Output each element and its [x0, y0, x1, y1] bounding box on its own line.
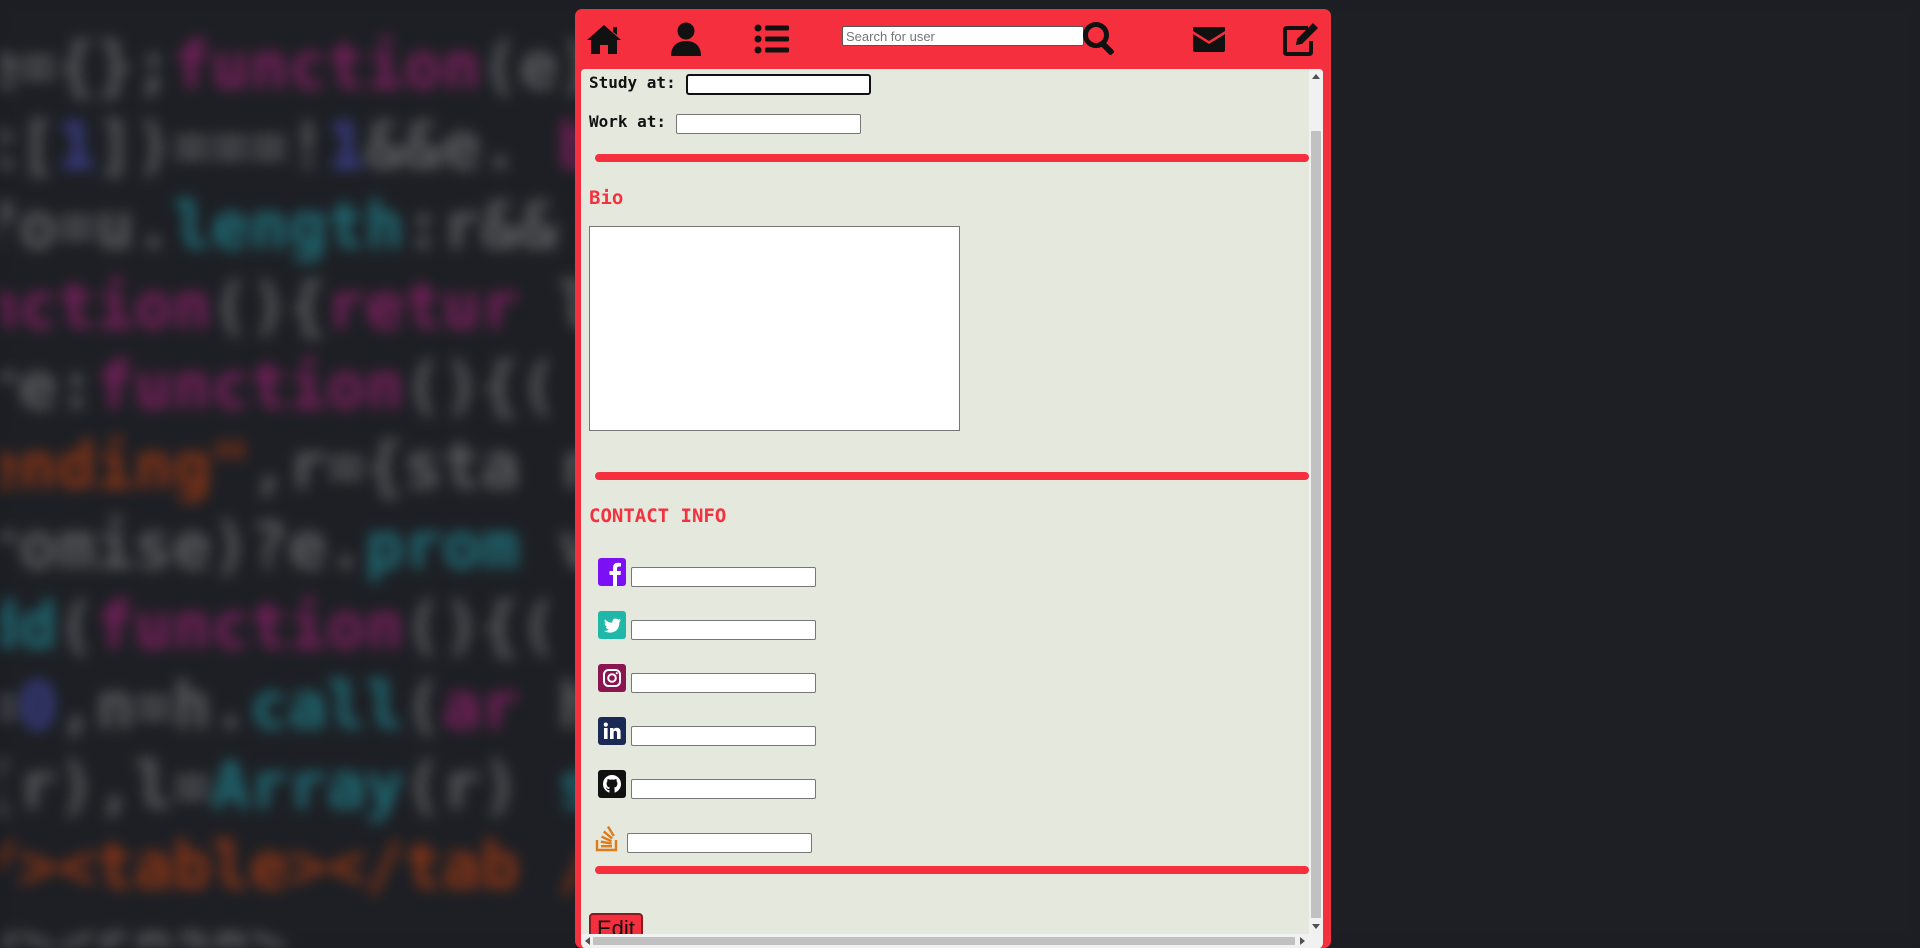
app-frame: Study at: Work at: Bio CONTACT INFO [575, 9, 1331, 948]
list-icon[interactable] [752, 20, 792, 58]
scroll-down-arrow[interactable] [1312, 924, 1320, 929]
vertical-scrollbar[interactable] [1309, 69, 1323, 934]
scrollbar-thumb[interactable] [593, 937, 1295, 945]
profile-panel: Study at: Work at: Bio CONTACT INFO Edit [579, 67, 1325, 948]
scroll-left-arrow[interactable] [585, 937, 590, 945]
edit-icon[interactable] [1281, 20, 1321, 58]
twitter-icon [598, 611, 626, 639]
section-divider [595, 866, 1309, 874]
facebook-icon [598, 558, 626, 586]
work-label: Work at: [589, 112, 667, 131]
section-divider [595, 472, 1309, 480]
github-input[interactable] [631, 779, 816, 799]
study-label: Study at: [589, 73, 676, 92]
linkedin-icon [598, 717, 626, 745]
navbar [579, 13, 1327, 65]
scrollbar-thumb[interactable] [1311, 131, 1321, 918]
linkedin-input[interactable] [631, 726, 816, 746]
stackoverflow-icon [594, 823, 622, 852]
github-icon [598, 770, 626, 798]
bio-title: Bio [589, 187, 624, 209]
scroll-right-arrow[interactable] [1300, 937, 1305, 945]
instagram-icon [598, 664, 626, 692]
envelope-icon[interactable] [1189, 20, 1229, 58]
instagram-input[interactable] [631, 673, 816, 693]
search-icon[interactable] [1080, 20, 1120, 58]
facebook-input[interactable] [631, 567, 816, 587]
profile-form: Study at: Work at: Bio CONTACT INFO Edit [589, 69, 1309, 945]
work-input[interactable] [676, 114, 861, 134]
study-input[interactable] [686, 74, 871, 95]
search-input[interactable] [842, 26, 1084, 46]
twitter-input[interactable] [631, 620, 816, 640]
scroll-up-arrow[interactable] [1312, 74, 1320, 79]
bio-textarea[interactable] [589, 226, 960, 431]
horizontal-scrollbar[interactable] [581, 934, 1323, 948]
user-icon[interactable] [666, 20, 706, 58]
home-icon[interactable] [584, 20, 624, 58]
contact-info-title: CONTACT INFO [589, 505, 727, 527]
section-divider [595, 154, 1309, 162]
stackoverflow-input[interactable] [627, 833, 812, 853]
